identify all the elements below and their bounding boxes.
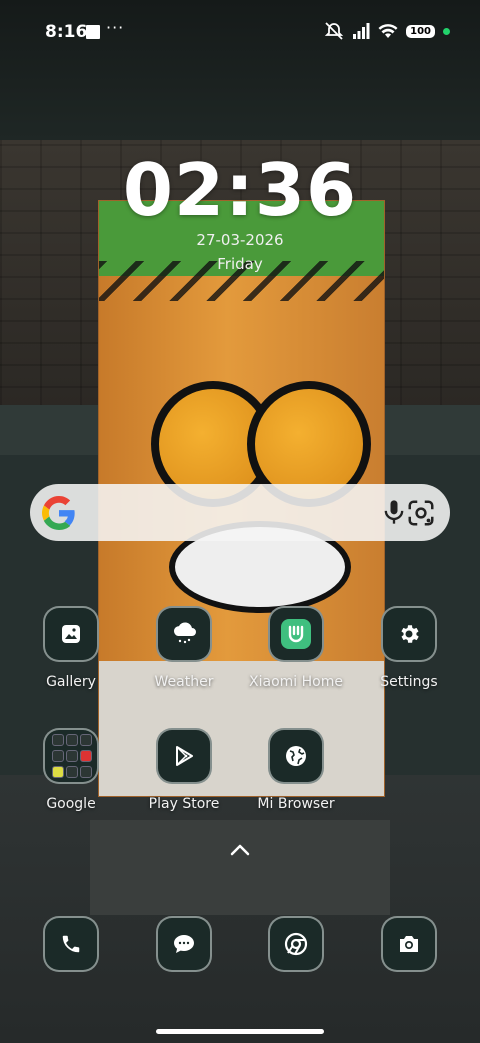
messages-icon (156, 916, 212, 972)
gear-icon (381, 606, 437, 662)
google-logo-icon (42, 496, 75, 530)
status-time: 8:16 (45, 22, 88, 42)
app-xiaomi-home[interactable]: Xiaomi Home (241, 606, 351, 690)
dock-chrome[interactable] (241, 916, 351, 972)
wifi-icon (378, 24, 398, 38)
status-bar: 8:16 ··· 100 (0, 18, 480, 46)
clock-widget-time[interactable]: 02:36 (0, 148, 480, 232)
dock-camera[interactable] (354, 916, 464, 972)
google-search-bar[interactable] (30, 484, 450, 541)
more-notifications-icon: ··· (106, 18, 125, 37)
app-label: Xiaomi Home (249, 674, 343, 690)
app-gallery[interactable]: Gallery (16, 606, 126, 690)
signal-icon (353, 23, 370, 39)
chrome-icon (268, 916, 324, 972)
app-settings[interactable]: Settings (354, 606, 464, 690)
clock-widget-day: Friday (217, 255, 263, 273)
app-label: Google (46, 796, 96, 812)
app-label: Play Store (148, 796, 220, 812)
dock-messages[interactable] (129, 916, 239, 972)
camera-icon (381, 916, 437, 972)
gallery-icon (43, 606, 99, 662)
app-label: Mi Browser (257, 796, 335, 812)
gesture-handle[interactable] (156, 1029, 324, 1034)
app-play-store[interactable]: Play Store (129, 728, 239, 812)
google-lens-icon[interactable] (406, 498, 436, 528)
mute-icon (324, 22, 344, 40)
app-drawer-arrow-icon[interactable] (229, 842, 251, 858)
privacy-dot (443, 27, 450, 35)
globe-icon (268, 728, 324, 784)
weather-icon (156, 606, 212, 662)
app-label: Settings (380, 674, 438, 690)
google-folder-icon (43, 728, 99, 784)
xiaomi-home-icon (268, 606, 324, 662)
battery-indicator: 100 (406, 24, 435, 38)
phone-icon (43, 916, 99, 972)
folder-google[interactable]: Google (16, 728, 126, 812)
app-weather[interactable]: Weather (129, 606, 239, 690)
clock-widget-date: 27-03-2026 (196, 231, 284, 249)
app-mi-browser[interactable]: Mi Browser (241, 728, 351, 812)
notification-icon (86, 25, 100, 39)
app-label: Weather (154, 674, 214, 690)
app-label: Gallery (46, 674, 96, 690)
microphone-icon[interactable] (380, 498, 408, 526)
dock-phone[interactable] (16, 916, 126, 972)
play-store-icon (156, 728, 212, 784)
